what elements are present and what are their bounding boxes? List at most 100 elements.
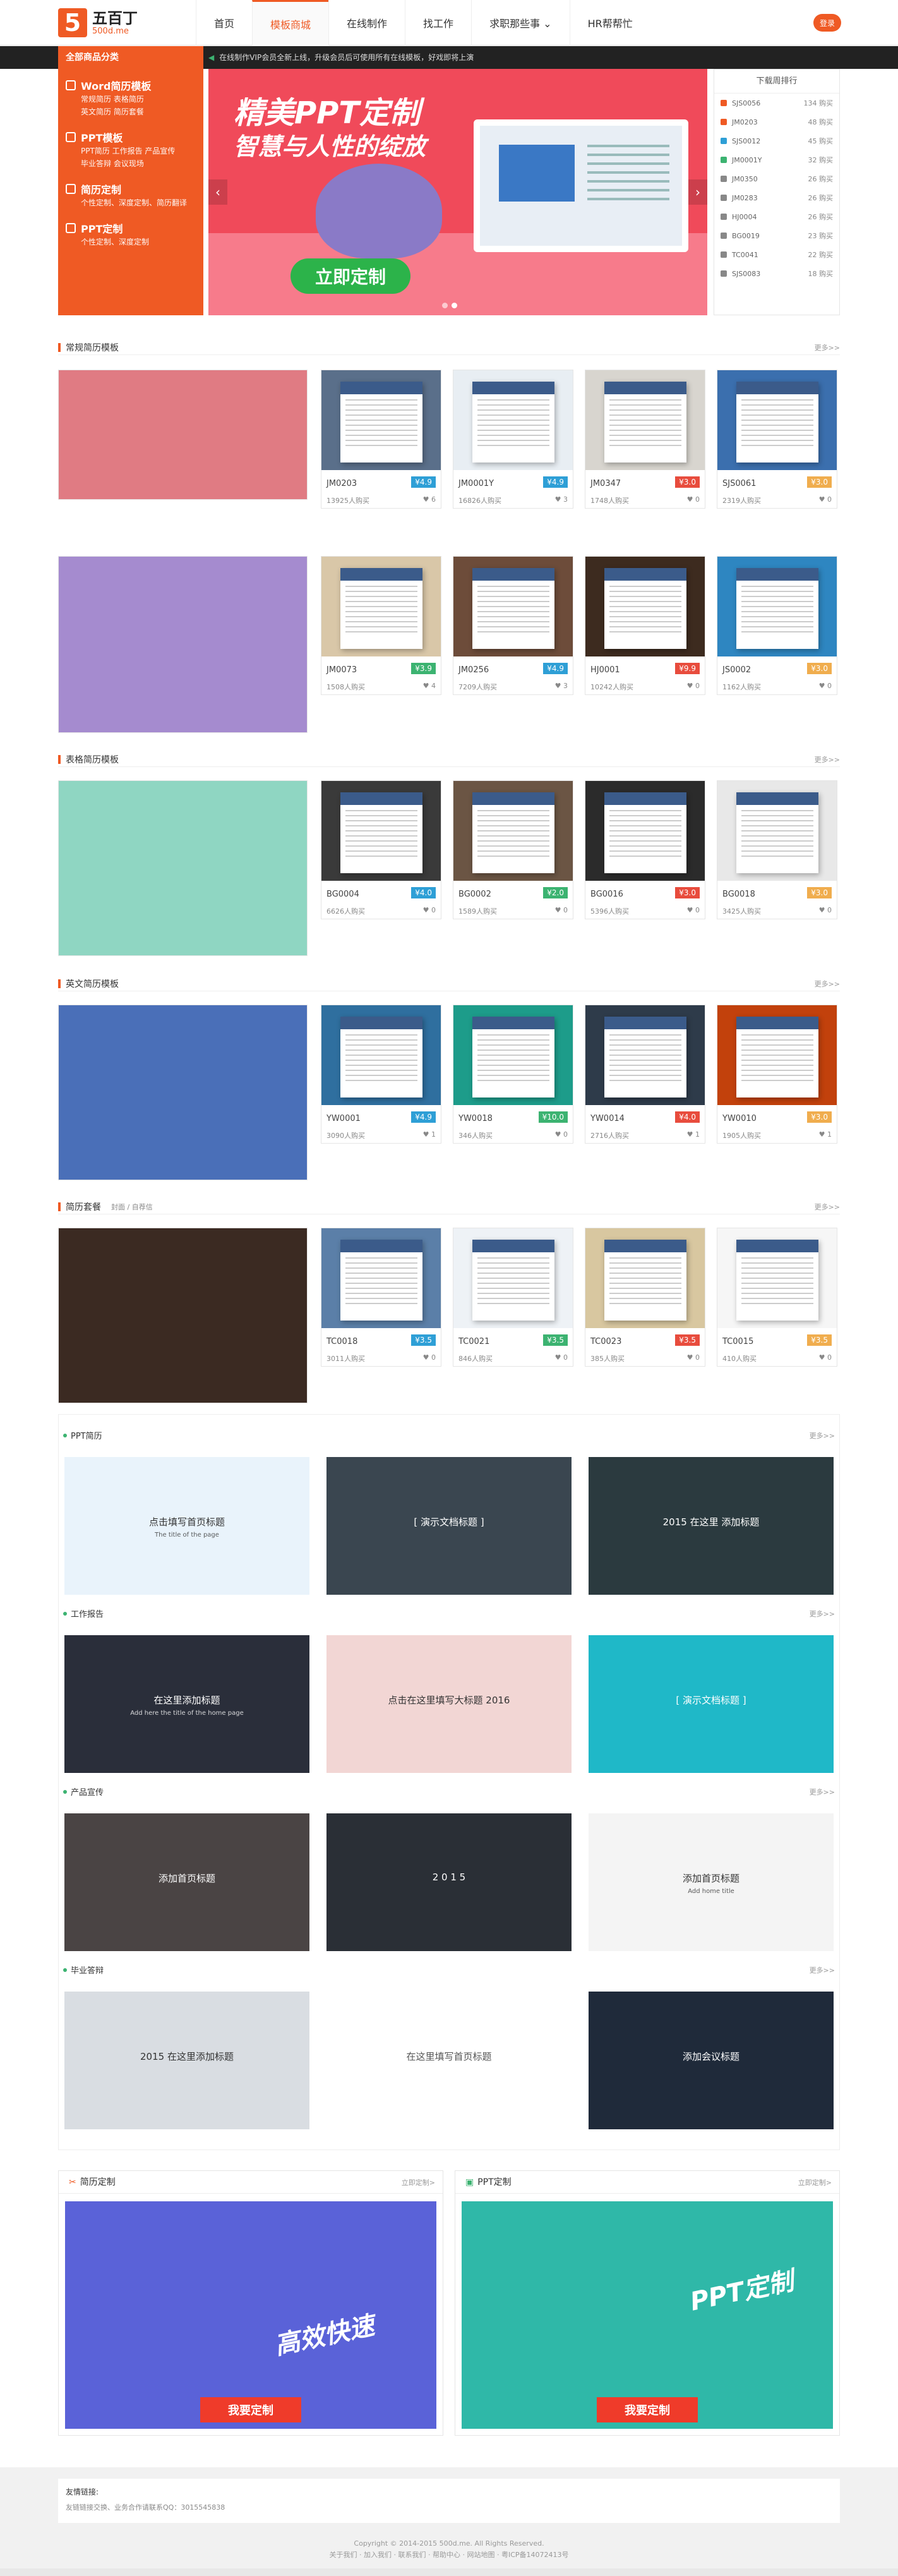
favorite-count[interactable]: ♥ 0 [819,495,832,504]
favorite-count[interactable]: ♥ 6 [423,495,436,504]
ranking-row[interactable]: JM0283 26 购买 [714,188,839,207]
resume-custom-button[interactable]: 我要定制 [200,2397,301,2422]
favorite-count[interactable]: ♥ 0 [687,495,700,504]
product-thumbnail[interactable] [585,1228,705,1328]
more-link[interactable]: 更多>> [815,979,840,989]
product-thumbnail[interactable] [585,557,705,656]
more-link[interactable]: 更多>> [810,1787,835,1797]
product-code[interactable]: JM0347 [590,479,621,488]
product-code[interactable]: TC0015 [722,1337,753,1346]
product-thumbnail[interactable] [453,1005,573,1105]
product-card[interactable]: JM0073 ¥3.9 1508人购买 ♥ 4 [321,556,441,695]
ranking-row[interactable]: HJ0004 26 购买 [714,207,839,226]
product-thumbnail[interactable] [585,370,705,470]
category-resume-custom[interactable]: 简历定制 个性定制、深度定制、简历翻译 [66,181,196,209]
nav-template-mall[interactable]: 模板商城 [252,0,329,45]
product-thumbnail[interactable] [585,1005,705,1105]
more-link[interactable]: 更多>> [815,342,840,353]
product-thumbnail[interactable] [453,1228,573,1328]
product-card[interactable]: BG0016 ¥3.0 5396人购买 ♥ 0 [585,780,705,919]
category-word[interactable]: Word简历模板 常规简历 表格简历 英文简历 简历套餐 [66,78,196,118]
favorite-count[interactable]: ♥ 0 [819,682,832,690]
ranking-row[interactable]: SJS0083 18 购买 [714,264,839,283]
product-code[interactable]: JM0073 [326,665,357,675]
product-code[interactable]: BG0016 [590,890,623,899]
ranking-row[interactable]: TC0041 22 购买 [714,245,839,264]
product-thumbnail[interactable] [717,1005,837,1105]
ranking-row[interactable]: JM0001Y 32 购买 [714,150,839,169]
product-code[interactable]: BG0004 [326,890,359,899]
product-code[interactable]: JS0002 [722,665,751,675]
product-thumbnail[interactable] [717,370,837,470]
ranking-row[interactable]: SJS0056 134 购买 [714,94,839,112]
product-thumbnail[interactable] [585,781,705,881]
product-card[interactable]: TC0018 ¥3.5 3011人购买 ♥ 0 [321,1228,441,1367]
product-code[interactable]: YW0018 [458,1114,493,1123]
product-card[interactable]: HJ0001 ¥9.9 10242人购买 ♥ 0 [585,556,705,695]
ppt-template-slide[interactable]: 在这里添加标题 Add here the title of the home pa… [64,1635,309,1773]
product-card[interactable]: YW0018 ¥10.0 346人购买 ♥ 0 [453,1005,573,1144]
ppt-template-slide[interactable]: 点击填写首页标题 The title of the page [64,1457,309,1595]
product-code[interactable]: BG0018 [722,890,755,899]
favorite-count[interactable]: ♥ 0 [423,906,436,914]
footer-links[interactable]: 关于我们 · 加入我们 · 联系我们 · 帮助中心 · 网站地图 · 粤ICP备… [0,2549,898,2561]
featured-normal-1[interactable] [58,370,308,500]
favorite-count[interactable]: ♥ 3 [555,682,568,690]
featured-package[interactable] [58,1228,308,1403]
next-arrow-icon[interactable]: › [688,179,707,205]
ppt-template-slide[interactable]: [ 演示文档标题 ] [589,1635,834,1773]
favorite-count[interactable]: ♥ 0 [819,906,832,914]
favorite-count[interactable]: ♥ 1 [687,1130,700,1139]
category-ppt[interactable]: PPT模板 PPT简历 工作报告 产品宣传 毕业答辩 会议现场 [66,130,196,170]
product-thumbnail[interactable] [321,370,441,470]
product-code[interactable]: SJS0061 [722,479,756,488]
ppt-custom-more[interactable]: 立即定制> [798,2177,832,2187]
favorite-count[interactable]: ♥ 0 [423,1353,436,1362]
ppt-template-slide[interactable]: 点击在这里填写大标题 2016 [326,1635,572,1773]
ranking-row[interactable]: SJS0012 45 购买 [714,131,839,150]
ranking-row[interactable]: JM0350 26 购买 [714,169,839,188]
product-card[interactable]: TC0015 ¥3.5 410人购买 ♥ 0 [717,1228,837,1367]
product-card[interactable]: BG0018 ¥3.0 3425人购买 ♥ 0 [717,780,837,919]
product-card[interactable]: JM0347 ¥3.0 1748人购买 ♥ 0 [585,370,705,509]
product-card[interactable]: BG0002 ¥2.0 1589人购买 ♥ 0 [453,780,573,919]
ppt-custom-button[interactable]: 我要定制 [597,2397,698,2422]
package-tabs[interactable]: 封面 / 自荐信 [111,1202,153,1212]
product-thumbnail[interactable] [717,557,837,656]
ppt-template-slide[interactable]: 2015 在这里 添加标题 [589,1457,834,1595]
product-code[interactable]: TC0023 [590,1337,621,1346]
nav-find-job[interactable]: 找工作 [405,0,471,45]
more-link[interactable]: 更多>> [815,1202,840,1212]
nav-online-make[interactable]: 在线制作 [328,0,405,45]
product-code[interactable]: TC0021 [458,1337,489,1346]
more-link[interactable]: 更多>> [815,754,840,765]
nav-hr-help[interactable]: HR帮帮忙 [569,0,650,45]
product-thumbnail[interactable] [321,557,441,656]
product-card[interactable]: TC0021 ¥3.5 846人购买 ♥ 0 [453,1228,573,1367]
more-link[interactable]: 更多>> [810,1609,835,1619]
product-code[interactable]: YW0014 [590,1114,625,1123]
favorite-count[interactable]: ♥ 0 [687,682,700,690]
nav-home[interactable]: 首页 [196,0,252,45]
ranking-row[interactable]: JM0203 48 购买 [714,112,839,131]
product-card[interactable]: JM0256 ¥4.9 7209人购买 ♥ 3 [453,556,573,695]
category-ppt-custom[interactable]: PPT定制 个性定制、深度定制 [66,221,196,248]
product-card[interactable]: YW0010 ¥3.0 1905人购买 ♥ 1 [717,1005,837,1144]
product-card[interactable]: JS0002 ¥3.0 1162人购买 ♥ 0 [717,556,837,695]
product-card[interactable]: JM0203 ¥4.9 13925人购买 ♥ 6 [321,370,441,509]
favorite-count[interactable]: ♥ 4 [423,682,436,690]
ppt-template-slide[interactable]: 2 0 1 5 [326,1813,572,1951]
product-thumbnail[interactable] [321,1228,441,1328]
product-thumbnail[interactable] [453,370,573,470]
product-code[interactable]: YW0010 [722,1114,757,1123]
banner-cta-button[interactable]: 立即定制 [290,258,410,294]
product-code[interactable]: YW0001 [326,1114,361,1123]
product-code[interactable]: TC0018 [326,1337,357,1346]
favorite-count[interactable]: ♥ 0 [555,1130,568,1139]
product-card[interactable]: BG0004 ¥4.0 6626人购买 ♥ 0 [321,780,441,919]
login-button[interactable]: 登录 [813,14,841,32]
hero-banner[interactable]: 精美PPT定制 智慧与人性的绽放 立即定制 ‹ › [208,69,707,315]
ppt-template-slide[interactable]: 2015 在这里添加标题 [64,1992,309,2129]
product-code[interactable]: HJ0001 [590,665,620,675]
featured-normal-2[interactable] [58,556,308,733]
